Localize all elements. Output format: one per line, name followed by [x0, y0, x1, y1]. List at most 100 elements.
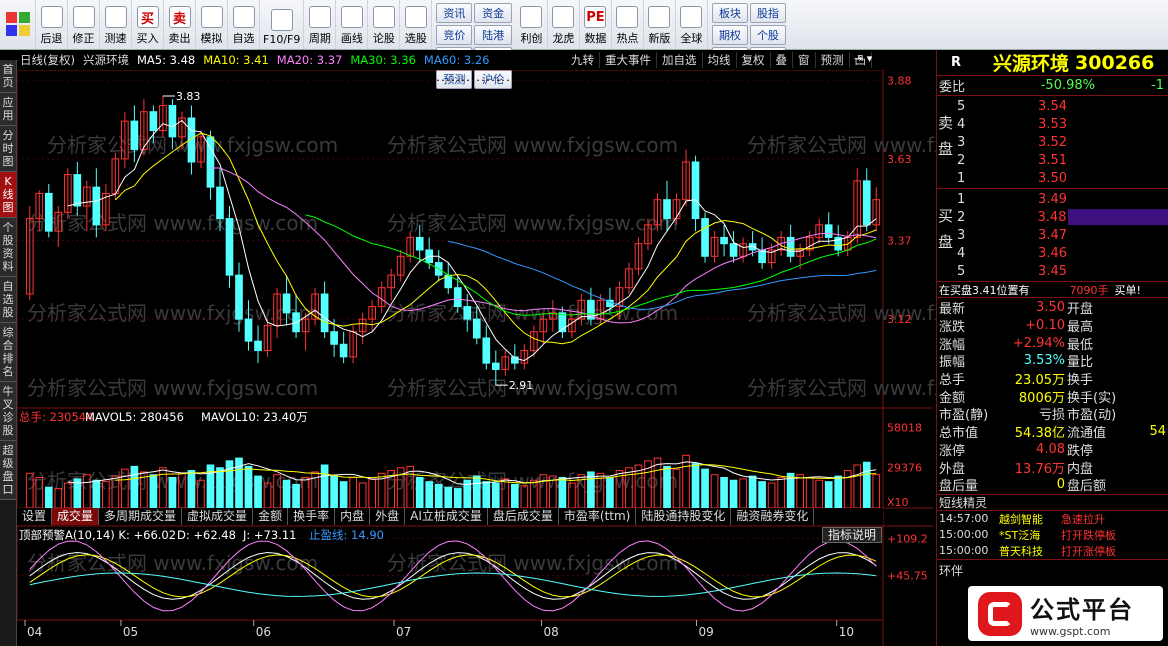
chart-button-0[interactable]: 九转	[566, 52, 600, 68]
subtab-0[interactable]: 设置	[17, 508, 53, 525]
buy-price: 3.45	[1038, 263, 1067, 279]
tb-10[interactable]: 论股	[368, 0, 401, 49]
tb-2[interactable]: 测速	[100, 0, 132, 49]
sell-row-3[interactable]: 2 3.51	[937, 151, 1168, 169]
candle-body	[691, 161, 700, 220]
subtab-9[interactable]: 盘后成交量	[488, 508, 559, 525]
chart-button-5[interactable]: 叠	[771, 52, 793, 68]
chart-button-2[interactable]: 加自选	[657, 52, 703, 68]
chart-menu-icon[interactable]: ⇥ ▾	[854, 52, 872, 65]
period-label[interactable]: 日线(复权)	[20, 52, 75, 68]
buy-row-4[interactable]: 5 3.45	[937, 262, 1168, 280]
stat-value: +0.10	[1025, 318, 1065, 334]
subtab-5[interactable]: 换手率	[288, 508, 336, 525]
subtab-2[interactable]: 多周期成交量	[99, 508, 183, 525]
volume-bar	[510, 483, 519, 509]
tb2-2[interactable]: PE 数据	[580, 0, 612, 49]
chart-button-7[interactable]: 预测	[816, 52, 850, 68]
month-label-3: 07	[396, 625, 411, 639]
left-tab-1[interactable]: 应用	[0, 93, 16, 126]
candle-body	[463, 306, 472, 320]
subtab-8[interactable]: AI立桩成交量	[405, 508, 488, 525]
tb-6[interactable]: 自选	[228, 0, 260, 49]
subtab-12[interactable]: 融资融券变化	[731, 508, 815, 525]
sell-row-1[interactable]: 4 3.53	[937, 115, 1168, 133]
grid-button-1[interactable]: 资金	[474, 3, 512, 23]
subtab-10[interactable]: 市盈率(ttm)	[559, 508, 637, 525]
quote-tag: R	[951, 55, 962, 70]
subtab-1[interactable]: 成交量	[52, 508, 100, 525]
tb2-5[interactable]: 全球	[676, 0, 708, 49]
tb-3[interactable]: 买买入	[132, 0, 164, 49]
left-tab-0[interactable]: 首页	[0, 60, 16, 93]
short-item-2[interactable]: 15:00:00 普天科技 打开涨停板	[937, 543, 1168, 559]
left-tab-4[interactable]: 个股资料	[0, 218, 16, 277]
tb2-0[interactable]: 利创	[516, 0, 548, 49]
chart-button-3[interactable]: 均线	[703, 52, 737, 68]
right-button-0[interactable]: 板块	[711, 3, 748, 23]
buy-side: 买盘 1 3.49 2 3.48 3 3.47 4 3.46 5 3.45	[937, 189, 1168, 282]
indicator-legend-0: 顶部预警A(10,14) K: +66.02	[19, 528, 176, 542]
sell-row-2[interactable]: 3 3.52	[937, 133, 1168, 151]
stat-row-1: 涨跌 +0.10 最高	[937, 317, 1168, 335]
left-tab-8[interactable]: 超级盘口	[0, 441, 16, 500]
tb-8[interactable]: 周期	[304, 0, 337, 49]
buy-row-1[interactable]: 2 3.48	[937, 208, 1168, 226]
chart-button-4[interactable]: 复权	[737, 52, 771, 68]
buy-row-2[interactable]: 3 3.47	[937, 226, 1168, 244]
candle-body	[453, 287, 462, 308]
subtab-4[interactable]: 金额	[253, 508, 289, 525]
windows-icon-button[interactable]	[0, 0, 36, 49]
tb2-1[interactable]: 龙虎	[548, 0, 580, 49]
grid-button-3[interactable]: 陆港	[474, 25, 512, 45]
subtab-7[interactable]: 外盘	[370, 508, 406, 525]
stat-value: 亏损	[1038, 408, 1065, 424]
sell-row-0[interactable]: 5 3.54	[937, 97, 1168, 115]
chart-button-6[interactable]: 窗	[793, 52, 816, 68]
short-wizard-title[interactable]: 短线精灵	[937, 493, 1168, 511]
ma20-line	[210, 167, 877, 324]
stat-value: 3.53%	[1023, 353, 1065, 369]
left-tab-6[interactable]: 综合排名	[0, 323, 16, 382]
left-tab-3[interactable]: K线图	[0, 172, 16, 218]
grid-button-2[interactable]: 竞价	[436, 25, 473, 45]
globe-icon	[680, 6, 703, 28]
left-tab-5[interactable]: 自选股	[0, 277, 16, 323]
volume-bar	[815, 479, 824, 509]
tb-1[interactable]: 修正	[68, 0, 100, 49]
indicator-help-button[interactable]: 指标说明	[822, 527, 883, 543]
volume-bar	[796, 474, 804, 509]
stat-label2: 跌停	[1067, 443, 1094, 459]
weibi-value: -50.98%	[1040, 78, 1095, 93]
left-tab-7[interactable]: 牛叉诊股	[0, 382, 16, 441]
right-button-3[interactable]: 个股	[749, 25, 786, 45]
sell-row-4[interactable]: 1 3.50	[937, 169, 1168, 187]
chart-area[interactable]: 分析家公式网 www.fxjgsw.com 分析家公式网 www.fxjgsw.c…	[17, 70, 936, 646]
tb-9[interactable]: 画线	[336, 0, 369, 49]
tb-7[interactable]: F10/F9	[260, 0, 305, 49]
quote-stock-name: 兴源环境	[993, 53, 1070, 75]
subtab-6[interactable]: 内盘	[335, 508, 371, 525]
right-button-1[interactable]: 股指	[749, 3, 786, 23]
buy-row-0[interactable]: 1 3.49	[937, 190, 1168, 208]
volume-bar	[606, 476, 614, 509]
chart-button-1[interactable]: 重大事件	[600, 52, 657, 68]
tb-5[interactable]: 模拟	[196, 0, 228, 49]
tb-0[interactable]: 后退	[36, 0, 68, 49]
subtab-11[interactable]: 陆股通持股变化	[636, 508, 732, 525]
tb2-label-4: 新版	[648, 32, 671, 45]
tb-11[interactable]: 选股	[400, 0, 433, 49]
short-item-1[interactable]: 15:00:00 *ST泛海 打开跌停板	[937, 527, 1168, 543]
candle-body	[254, 340, 262, 352]
grid-button-0[interactable]: 资讯	[436, 3, 473, 23]
tb-4[interactable]: 卖卖出	[164, 0, 196, 49]
tb2-3[interactable]: 热点	[612, 0, 644, 49]
right-button-2[interactable]: 期权	[711, 25, 748, 45]
buy-row-3[interactable]: 4 3.46	[937, 244, 1168, 262]
subtab-3[interactable]: 虚拟成交量	[182, 508, 254, 525]
tb2-4[interactable]: 新版	[644, 0, 676, 49]
left-tab-2[interactable]: 分时图	[0, 126, 16, 172]
short-item-0[interactable]: 14:57:00 越剑智能 急速拉升	[937, 511, 1168, 527]
tb2-label-0: 利创	[520, 32, 543, 45]
watermark-text: 分析家公式网 www.fxjgsw.com	[27, 211, 318, 235]
